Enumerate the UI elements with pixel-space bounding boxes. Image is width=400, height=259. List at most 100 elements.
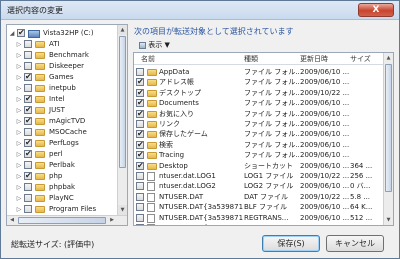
list-item[interactable]: Desktop ショートカット 2009/06/10 ...364 ... — [134, 160, 384, 172]
title-bar[interactable]: 選択内容の変更 X — [1, 1, 399, 20]
column-header-type[interactable]: 種類 — [244, 54, 258, 64]
list-item-checkbox[interactable] — [136, 160, 144, 171]
expand-arrow-icon[interactable]: ▷ — [16, 149, 22, 160]
list-item[interactable]: デスクトップ ファイル フォル...2009/10/22 ... — [134, 87, 384, 99]
tree-item-checkbox[interactable] — [24, 205, 32, 213]
tree-item[interactable]: ▷ Diskeeper — [7, 61, 118, 72]
list-item[interactable]: NTUSER.DAT{3a539871... BLF ファイル 2009/06/10… — [134, 202, 384, 213]
tree-item-checkbox[interactable] — [24, 170, 32, 181]
tree-item[interactable]: ▷ Benchmark — [7, 50, 118, 61]
scroll-right-icon[interactable]: ▶ — [107, 216, 117, 225]
list-item[interactable]: AppData ファイル フォル... 2009/06/10 ... — [134, 67, 384, 78]
list-item-checkbox[interactable] — [136, 182, 144, 191]
tree-item[interactable]: ▷ mAgicTVD — [7, 115, 118, 127]
expand-arrow-icon[interactable]: ▷ — [16, 72, 22, 83]
expand-arrow-icon[interactable]: ▷ — [16, 50, 22, 61]
list-item[interactable]: リンク ファイル フォル... 2009/06/10 ... — [134, 119, 384, 130]
tree-hscroll-thumb[interactable] — [18, 217, 106, 224]
list-item-checkbox[interactable] — [136, 192, 144, 201]
expand-arrow-icon[interactable]: ▷ — [16, 61, 22, 72]
list-item[interactable]: 保存したゲーム ファイル フォル...2009/06/10 ... — [134, 128, 384, 140]
tree-scroll-thumb[interactable] — [119, 36, 126, 168]
expand-arrow-icon[interactable]: ▷ — [16, 171, 22, 182]
tree-item[interactable]: ▷ JUST — [7, 104, 118, 116]
tree-item[interactable]: ▷ ATI — [7, 39, 118, 50]
scroll-up-icon[interactable]: ▲ — [118, 25, 127, 35]
tree-item[interactable]: ▷ Games — [7, 71, 118, 83]
list-item[interactable]: アドレス帳 ファイル フォル...2009/06/10 ... — [134, 76, 384, 88]
expand-arrow-icon[interactable]: ▷ — [16, 105, 22, 116]
tree-vertical-scrollbar[interactable]: ▲ ▼ — [117, 25, 127, 215]
list-item[interactable]: ntuser.dat.LOG1 LOG1 ファイル 2009/10/22 ... 25… — [134, 171, 384, 182]
save-button[interactable]: 保存(S) — [262, 235, 320, 252]
view-menu-button[interactable]: 表示 ▼ — [139, 39, 170, 51]
tree-item-checkbox[interactable] — [24, 137, 32, 148]
expand-arrow-icon[interactable]: ▷ — [16, 160, 22, 171]
list-item[interactable]: お気に入り ファイル フォル...2009/06/10 ... — [134, 108, 384, 120]
tree-item[interactable]: ▷ Perlbak — [7, 160, 118, 171]
expanded-arrow-icon[interactable]: ◢ — [9, 28, 15, 39]
tree-item[interactable]: ▷ inetpub — [7, 83, 118, 94]
column-header-name[interactable]: 名前 — [141, 54, 155, 64]
tree-item-checkbox[interactable] — [24, 128, 32, 136]
list-item-checkbox[interactable] — [136, 120, 144, 128]
list-scroll-thumb[interactable] — [385, 64, 392, 192]
scroll-down-icon[interactable]: ▼ — [118, 205, 127, 215]
list-item[interactable]: 検索 ファイル フォル...2009/06/10 ... — [134, 139, 384, 151]
expand-arrow-icon[interactable]: ▷ — [16, 193, 22, 204]
tree-item-checkbox[interactable] — [24, 40, 32, 48]
tree-item-checkbox[interactable] — [24, 93, 32, 104]
scroll-left-icon[interactable]: ◀ — [7, 216, 17, 225]
tree-item-checkbox[interactable] — [24, 62, 32, 70]
column-header-date[interactable]: 更新日時 — [300, 54, 328, 64]
close-button[interactable]: X — [358, 3, 394, 17]
expand-arrow-icon[interactable]: ▷ — [16, 127, 22, 138]
expand-arrow-icon[interactable]: ▷ — [16, 116, 22, 127]
list-item-checkbox[interactable] — [136, 108, 144, 119]
tree-item-checkbox[interactable] — [17, 27, 25, 38]
expand-arrow-icon[interactable]: ▷ — [16, 94, 22, 105]
list-item[interactable]: Tracing ファイル フォル...2009/06/10 ... — [134, 149, 384, 161]
tree-item-checkbox[interactable] — [24, 71, 32, 82]
list-item-checkbox[interactable] — [136, 128, 144, 139]
list-item-checkbox[interactable] — [136, 213, 144, 222]
list-item-checkbox[interactable] — [136, 224, 144, 225]
list-item-checkbox[interactable] — [136, 76, 144, 87]
tree-item-checkbox[interactable] — [24, 84, 32, 92]
tree-item[interactable]: ▷ Intel — [7, 93, 118, 105]
tree-horizontal-scrollbar[interactable]: ◀ ▶ — [7, 215, 127, 225]
tree-item-checkbox[interactable] — [24, 115, 32, 126]
tree-item-checkbox[interactable] — [24, 104, 32, 115]
scroll-down-icon[interactable]: ▼ — [384, 215, 393, 225]
list-item[interactable]: NTUSER.DAT{3a539871...REGTRANS...2009/06… — [134, 223, 384, 225]
tree-item[interactable]: ▷ phpbak — [7, 182, 118, 193]
cancel-button[interactable]: キャンセル — [326, 235, 384, 252]
list-item-checkbox[interactable] — [136, 68, 144, 76]
list-item[interactable]: ntuser.dat.LOG2 LOG2 ファイル 2009/06/10 ... 0 … — [134, 181, 384, 192]
tree-item-checkbox[interactable] — [24, 161, 32, 169]
tree-item[interactable]: ▷ PerfLogs — [7, 137, 118, 149]
expand-arrow-icon[interactable]: ▷ — [16, 204, 22, 215]
column-header-size[interactable]: サイズ — [350, 54, 371, 64]
list-item-checkbox[interactable] — [136, 203, 144, 212]
tree-item[interactable]: ▷ php — [7, 170, 118, 182]
tree-item-checkbox[interactable] — [24, 148, 32, 159]
tree-item[interactable]: ▷ Program Files — [7, 204, 118, 215]
tree-item-checkbox[interactable] — [24, 183, 32, 191]
list-item-checkbox[interactable] — [136, 97, 144, 108]
list-item-checkbox[interactable] — [136, 172, 144, 180]
tree-item[interactable]: ▷ MSOCache — [7, 127, 118, 138]
scroll-up-icon[interactable]: ▲ — [384, 53, 393, 63]
tree-item[interactable]: ▷ PlayNC — [7, 193, 118, 204]
list-vertical-scrollbar[interactable]: ▲ ▼ — [383, 53, 393, 225]
list-item-checkbox[interactable] — [136, 149, 144, 160]
list-item[interactable]: NTUSER.DAT{3a539871...REGTRANS...2009/06… — [134, 213, 384, 224]
tree-item-checkbox[interactable] — [24, 51, 32, 59]
list-item-checkbox[interactable] — [136, 87, 144, 98]
list-item[interactable]: NTUSER.DAT DAT ファイル 2009/10/22 ... 5.8 ... — [134, 192, 384, 203]
expand-arrow-icon[interactable]: ▷ — [16, 83, 22, 94]
expand-arrow-icon[interactable]: ▷ — [16, 182, 22, 193]
expand-arrow-icon[interactable]: ▷ — [16, 138, 22, 149]
expand-arrow-icon[interactable]: ▷ — [16, 39, 22, 50]
tree-item-checkbox[interactable] — [24, 194, 32, 202]
